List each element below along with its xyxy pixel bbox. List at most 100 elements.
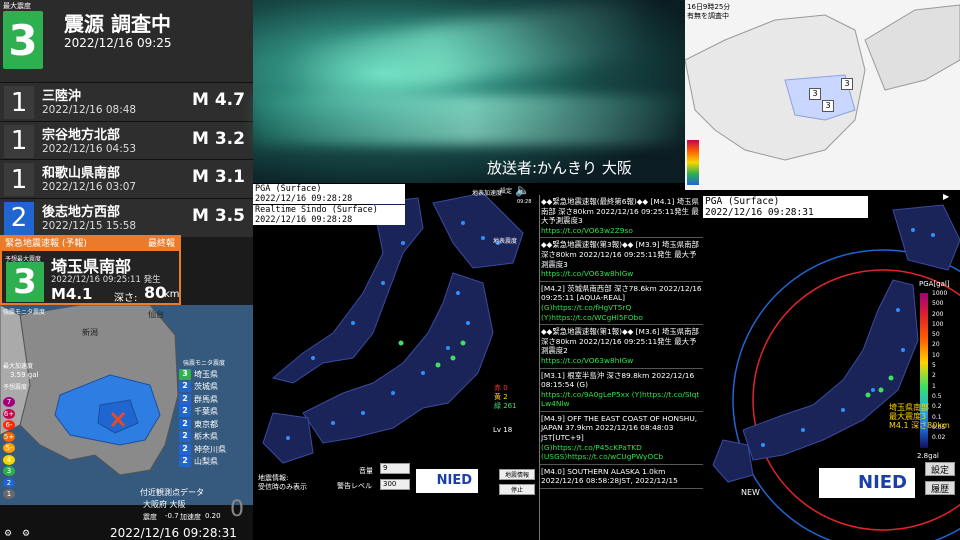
news-item[interactable]: ◆◆緊急地震速報(第3報)◆◆ [M3.9] 埼玉県南部 深さ80km 2022…: [540, 238, 703, 282]
history-row[interactable]: 1 和歌山県南部 2022/12/16 03:07 M 3.1: [0, 159, 253, 198]
pga2-line1: PGA (Surface): [705, 196, 780, 207]
news-link[interactable]: (G)https://t.co/P45cKPaTKD (USGS)https:/…: [541, 443, 702, 462]
sendai-label: 仙台: [148, 310, 164, 319]
clock: 2022/12/16 09:28:31: [110, 526, 237, 540]
legend-value: 500: [932, 300, 944, 308]
news-link[interactable]: https://t.co/VO63w2Z9so: [541, 226, 702, 236]
history-place: 後志地方西部: [42, 204, 121, 220]
latest-quake[interactable]: 最大震度 3 震源 調査中 2022/12/16 09:25: [0, 0, 253, 82]
aurora-band-lower: [253, 95, 685, 145]
level-value: Lv 18: [493, 426, 513, 434]
broadcaster-label: 放送者:かんきり 大阪: [487, 159, 632, 177]
monitor-pref: 茨城県: [194, 382, 218, 391]
monitor-pref: 群馬県: [194, 394, 218, 404]
new-label: NEW: [741, 488, 760, 497]
max-intensity-label: 最大震度: [3, 2, 31, 10]
volume-select[interactable]: 9: [380, 463, 410, 474]
mini-grid-b: 3: [809, 88, 821, 100]
alert-label: 警告レベル: [337, 482, 372, 490]
news-item[interactable]: ◆◆緊急地震速報(第1報)◆◆ [M3.6] 埼玉県南部 深さ80km 2022…: [540, 325, 703, 369]
history-row[interactable]: 1 三陸沖 2022/12/16 08:48 M 4.7: [0, 82, 253, 121]
play-icon[interactable]: ▶: [943, 192, 949, 201]
accel-label: 加速度: [180, 513, 201, 521]
monitor-row: 2 茨城県: [179, 381, 251, 393]
pga1-time-small: 09:28: [517, 199, 532, 205]
news-feed[interactable]: ◆◆緊急地震速報(最終第6報)◆◆ [M4.1] 埼玉県南部 深さ80km 20…: [539, 195, 703, 540]
history-button[interactable]: 履歴: [925, 481, 955, 495]
monitor-row: 2 千葉県: [179, 406, 251, 418]
pga1-settings[interactable]: 設定: [500, 186, 512, 195]
history-time: 2022/12/15 15:58: [42, 219, 137, 232]
pga-monitor-1[interactable]: PGA (Surface) 2022/12/16 09:28:28 Realti…: [253, 183, 540, 540]
left-bottom-bar: 大阪府 大阪 震度 -0.7 加速度 0.20 0 ⚙ ⚙ 2022/12/16…: [0, 497, 253, 540]
news-text: [M4.9] OFF THE EAST COAST OF HONSHU, JAP…: [541, 413, 698, 443]
news-link[interactable]: https://t.co/VO63w8hIGw: [541, 356, 702, 366]
monitor-title-top: 強震モニタ震度: [3, 309, 46, 316]
eew-title: 緊急地震速報 (予報): [5, 239, 87, 249]
monitor-row: 3 埼玉県: [179, 368, 251, 380]
ground-accel-label: 地表加速度: [472, 190, 503, 197]
legend-value: 0.02: [932, 434, 946, 442]
mini-grid-a: 3: [841, 78, 853, 90]
speaker-icon[interactable]: 🔈: [515, 183, 530, 197]
scale-item: 4: [3, 454, 15, 465]
mini-map-svg: [685, 4, 960, 161]
eew-magnitude: M4.1: [51, 285, 93, 303]
news-item[interactable]: [M4.9] OFF THE EAST COAST OF HONSHU, JAP…: [540, 412, 703, 465]
nied-logo-1: NIED: [416, 469, 478, 493]
gear-icon[interactable]: ⚙: [4, 529, 12, 539]
eew-depth-label: 深さ:: [114, 293, 138, 304]
pga1-line1: PGA (Surface): [255, 184, 322, 194]
legend-value: 50: [932, 331, 940, 339]
history-row[interactable]: 1 宗谷地方北部 2022/12/16 04:53 M 3.2: [0, 120, 253, 160]
mini-status: 有無を調査中: [687, 12, 729, 20]
scale-item: 6+: [3, 408, 15, 419]
broadcast-video: [253, 0, 685, 183]
news-item[interactable]: ◆◆緊急地震速報(最終第6報)◆◆ [M4.1] 埼玉県南部 深さ80km 20…: [540, 195, 703, 239]
history-magnitude: M 3.2: [192, 128, 245, 149]
monitor-title: 強震モニタ震度: [183, 360, 226, 367]
scale-item: 6-: [3, 420, 15, 430]
news-link[interactable]: https://t.co/VO63w8hIGw: [541, 269, 702, 279]
history-time: 2022/12/16 03:07: [42, 181, 137, 193]
pga2-title: PGA (Surface) 2022/12/16 09:28:31: [703, 196, 868, 218]
monitor-pref: 埼玉県: [194, 369, 218, 379]
monitor-pref: 山梨県: [194, 457, 218, 466]
eew-intensity-badge: 3: [6, 262, 44, 302]
eew-panel[interactable]: 緊急地震速報 (予報) 最終報 予想最大震度 3 埼玉県南部 2022/12/1…: [0, 235, 181, 305]
mini-legend: [687, 140, 699, 185]
news-item[interactable]: [M4.0] SOUTHERN ALASKA 1.0km 2022/12/16 …: [540, 465, 703, 490]
history-magnitude: M 4.7: [192, 90, 245, 110]
history-intensity: 1: [4, 124, 34, 158]
news-item[interactable]: [M4.2] 茨城県南西部 深さ78.6km 2022/12/16 09:25:…: [540, 282, 703, 326]
legend-value: 100: [932, 320, 944, 328]
news-item[interactable]: [M3.1] 根室半島沖 深さ89.8km 2022/12/16 08:15:5…: [540, 369, 703, 412]
monitor-row: 2 山梨県: [179, 456, 251, 468]
monitor-row: 2 栃木県: [179, 431, 251, 443]
scale-item: 5+: [3, 431, 15, 442]
mini-grid-c: 3: [822, 100, 834, 112]
japan-map-1: [262, 192, 524, 464]
settings-button[interactable]: 設定: [925, 462, 955, 476]
mini-map[interactable]: 16日9時25分 有無を調査中 3 3 3: [685, 0, 960, 190]
deg-label: 震度: [143, 513, 157, 521]
volume-label: 音量: [359, 467, 373, 475]
history-magnitude: M 3.5: [192, 205, 245, 226]
settings-icon[interactable]: ⚙: [22, 529, 30, 539]
info-button[interactable]: 地震情報: [499, 469, 535, 480]
latest-title: 震源 調査中: [64, 12, 171, 36]
pga2-gal: 2.8gal: [917, 452, 939, 460]
pga1-line4: 2022/12/16 09:28:28: [255, 215, 353, 225]
stop-button[interactable]: 停止: [499, 484, 535, 495]
alert-select[interactable]: 300: [380, 479, 410, 490]
news-link[interactable]: (G)https://t.co/fHgVT5rQ (Y)https://t.co…: [541, 303, 702, 322]
news-text: ◆◆緊急地震速報(第1報)◆◆ [M3.6] 埼玉県南部 深さ80km 2022…: [541, 327, 699, 356]
monitor-pref: 東京都: [194, 419, 218, 429]
pga-monitor-2[interactable]: PGA (Surface) 2022/12/16 09:28:31 PGA[ga…: [703, 190, 960, 540]
news-text: ◆◆緊急地震速報(第3報)◆◆ [M3.9] 埼玉県南部 深さ80km 2022…: [541, 240, 699, 269]
news-link[interactable]: https://t.co/9A0gLeP5xx (Y)https://t.co/…: [541, 390, 702, 409]
news-text: [M3.1] 根室半島沖 深さ89.8km 2022/12/16 08:15:5…: [541, 370, 695, 390]
pga1-line2: 2022/12/16 09:28:28: [255, 194, 353, 204]
history-row[interactable]: 2 後志地方西部 2022/12/15 15:58 M 3.5: [0, 197, 253, 237]
monitor-row: 2 神奈川県: [179, 443, 251, 455]
